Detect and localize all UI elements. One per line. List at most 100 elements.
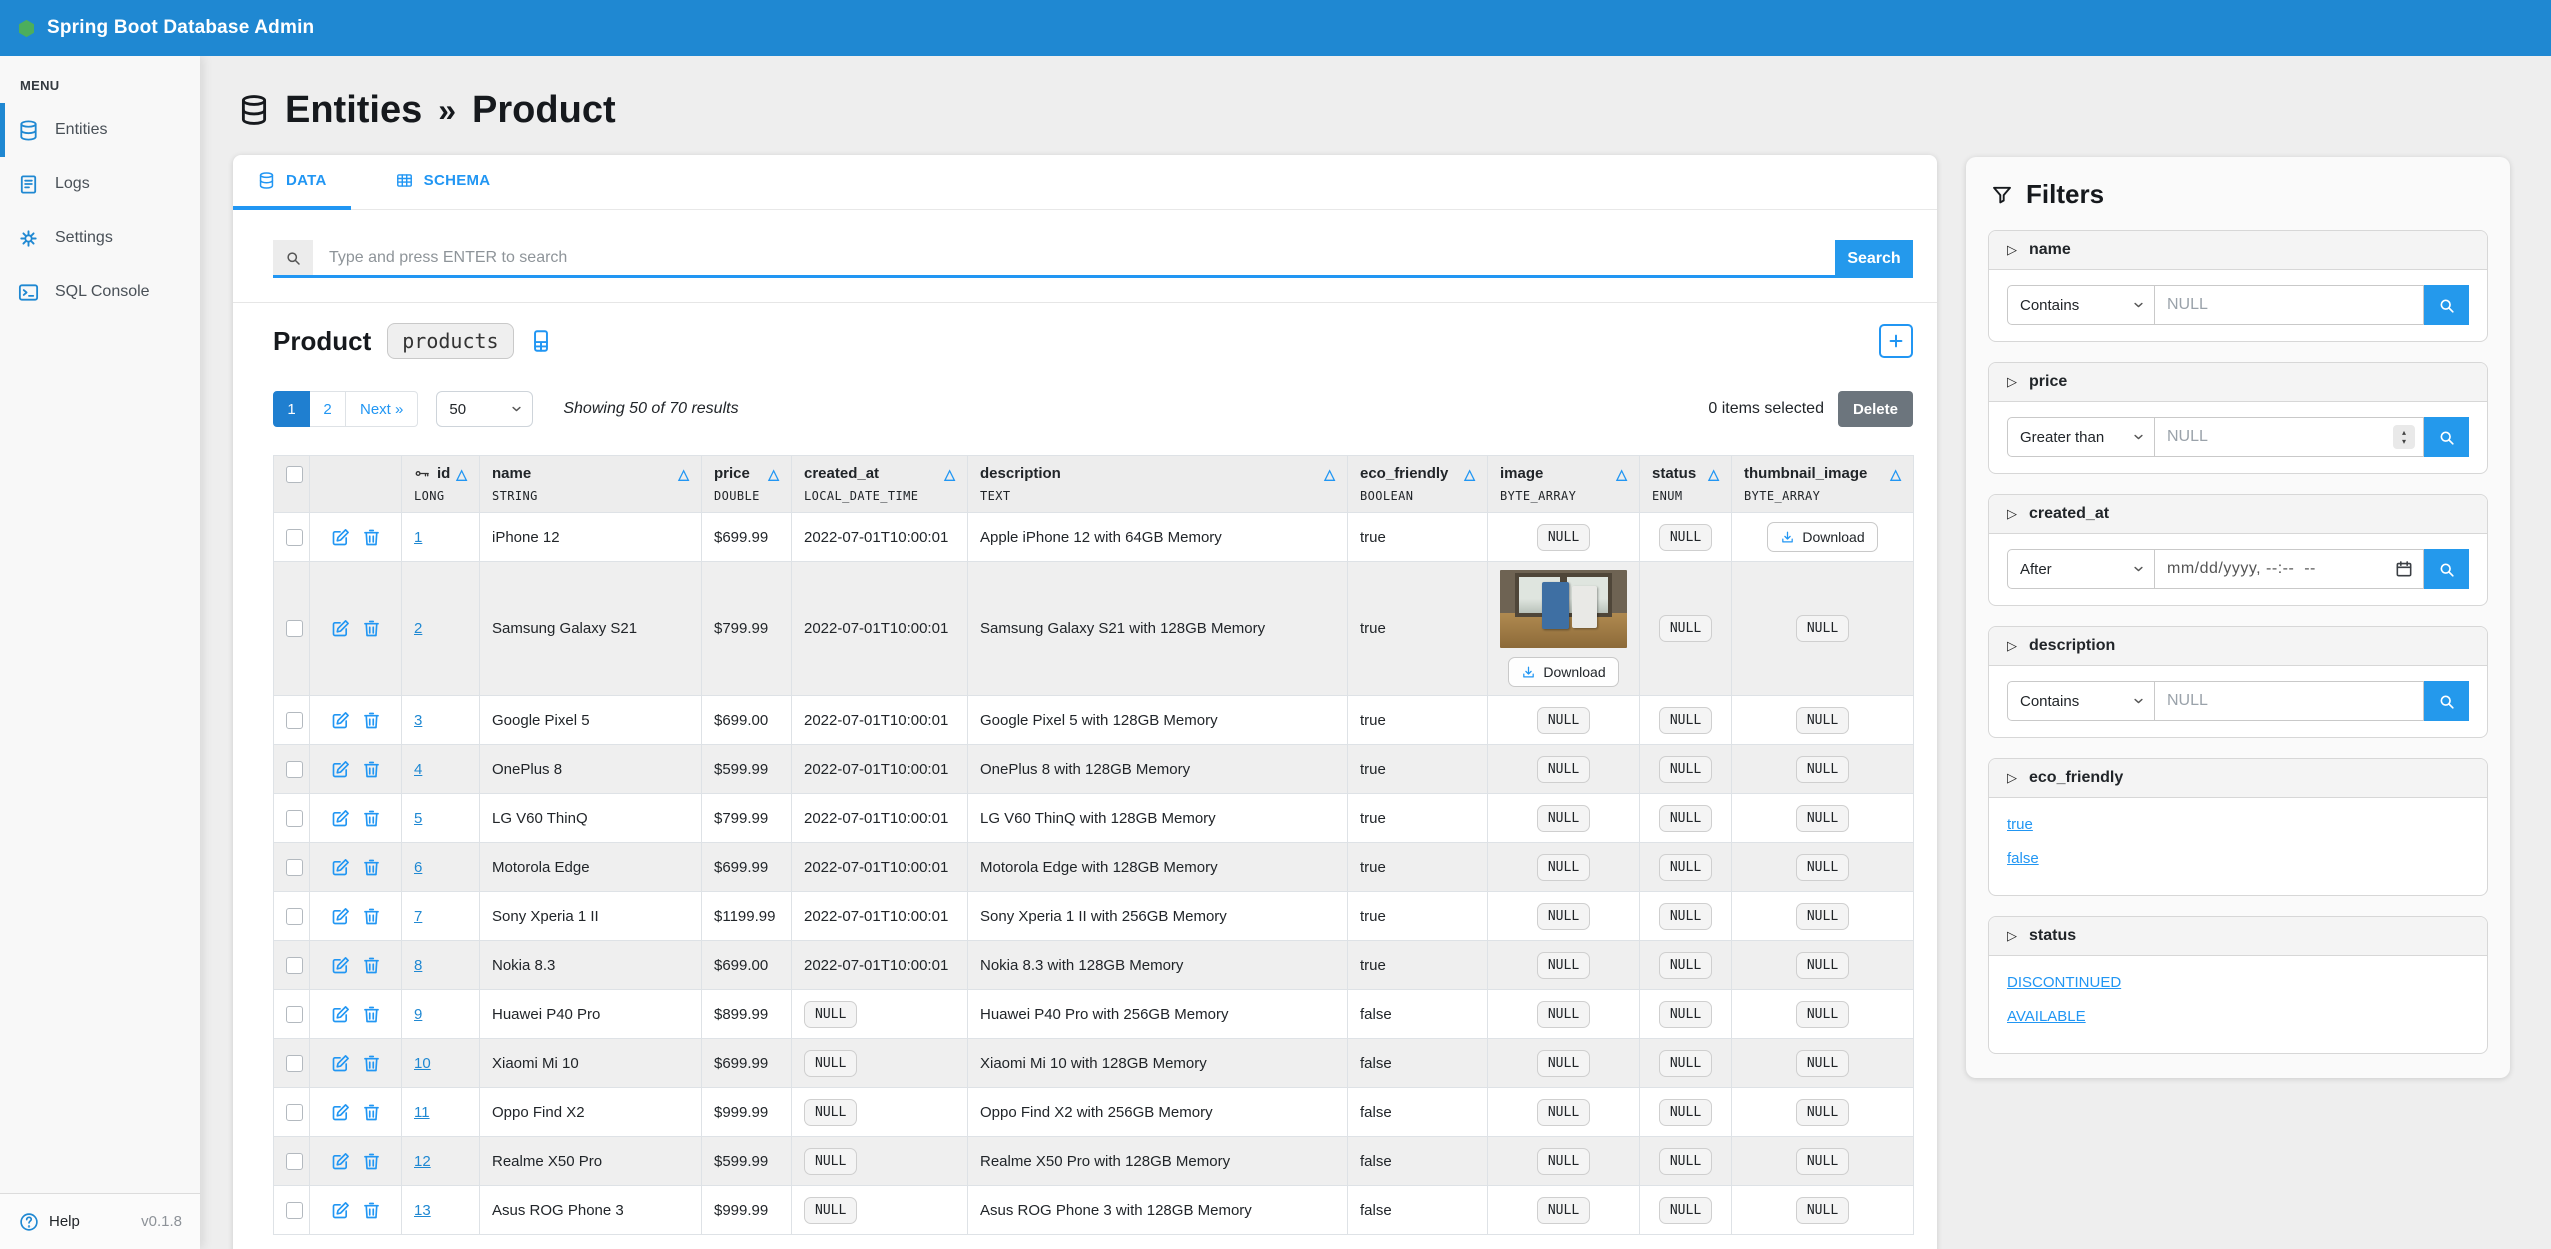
page-button-1[interactable]: 1 [273, 391, 310, 427]
row-id-link[interactable]: 9 [414, 1006, 422, 1023]
search-button[interactable]: Search [1835, 240, 1913, 278]
delete-row-button[interactable] [361, 808, 382, 829]
edit-row-button[interactable] [330, 710, 351, 731]
filter-search-button[interactable] [2424, 681, 2469, 721]
row-checkbox[interactable] [286, 761, 303, 778]
filter-card-header-status[interactable]: ▷status [1989, 917, 2487, 956]
edit-row-button[interactable] [330, 1151, 351, 1172]
sort-triangle-icon[interactable]: △ [944, 467, 955, 481]
next-page-button[interactable]: Next » [345, 391, 418, 427]
filter-operator-select[interactable]: Contains [2007, 681, 2155, 721]
row-id-link[interactable]: 11 [414, 1104, 430, 1121]
sort-triangle-icon[interactable]: △ [456, 467, 467, 481]
filter-card-header-created-at[interactable]: ▷created_at [1989, 495, 2487, 534]
filter-operator-select[interactable]: Contains [2007, 285, 2155, 325]
delete-row-button[interactable] [361, 1151, 382, 1172]
filter-option-link-false[interactable]: false [2007, 850, 2039, 867]
delete-row-button[interactable] [361, 710, 382, 731]
row-checkbox[interactable] [286, 859, 303, 876]
tab-data[interactable]: DATA [233, 155, 351, 210]
row-id-link[interactable]: 4 [414, 761, 422, 778]
row-id-link[interactable]: 6 [414, 859, 422, 876]
row-id-link[interactable]: 12 [414, 1153, 431, 1170]
delete-row-button[interactable] [361, 1102, 382, 1123]
filter-card-header-name[interactable]: ▷name [1989, 231, 2487, 270]
edit-row-button[interactable] [330, 1102, 351, 1123]
row-checkbox[interactable] [286, 810, 303, 827]
row-checkbox[interactable] [286, 1055, 303, 1072]
filter-option-link-discontinued[interactable]: DISCONTINUED [2007, 974, 2121, 991]
delete-row-button[interactable] [361, 618, 382, 639]
filter-value-input[interactable] [2155, 417, 2424, 457]
sidebar-item-entities[interactable]: Entities [0, 103, 200, 157]
row-checkbox[interactable] [286, 620, 303, 637]
edit-row-button[interactable] [330, 618, 351, 639]
sort-triangle-icon[interactable]: △ [768, 467, 779, 481]
row-checkbox[interactable] [286, 1202, 303, 1219]
edit-row-button[interactable] [330, 1004, 351, 1025]
row-id-link[interactable]: 3 [414, 712, 422, 729]
breadcrumb-root[interactable]: Entities [285, 88, 422, 132]
row-checkbox[interactable] [286, 957, 303, 974]
search-input[interactable] [313, 240, 1835, 275]
row-id-link[interactable]: 5 [414, 810, 422, 827]
edit-row-button[interactable] [330, 1053, 351, 1074]
download-button[interactable]: Download [1767, 522, 1877, 552]
question-circle-icon[interactable] [18, 1211, 40, 1233]
edit-row-button[interactable] [330, 955, 351, 976]
row-checkbox[interactable] [286, 1153, 303, 1170]
filter-option-link-available[interactable]: AVAILABLE [2007, 1008, 2086, 1025]
sort-triangle-icon[interactable]: △ [1616, 467, 1627, 481]
sort-triangle-icon[interactable]: △ [1324, 467, 1335, 481]
sort-triangle-icon[interactable]: △ [1464, 467, 1475, 481]
filter-value-input[interactable] [2155, 681, 2424, 721]
edit-row-button[interactable] [330, 759, 351, 780]
sidebar-item-settings[interactable]: Settings [0, 211, 200, 265]
row-checkbox[interactable] [286, 712, 303, 729]
delete-row-button[interactable] [361, 1053, 382, 1074]
filter-value-input[interactable] [2155, 549, 2424, 589]
row-id-link[interactable]: 2 [414, 620, 422, 637]
delete-row-button[interactable] [361, 1200, 382, 1221]
filter-search-button[interactable] [2424, 285, 2469, 325]
page-button-2[interactable]: 2 [309, 391, 346, 427]
row-checkbox[interactable] [286, 529, 303, 546]
filter-search-button[interactable] [2424, 417, 2469, 457]
filter-card-header-description[interactable]: ▷description [1989, 627, 2487, 666]
delete-selected-button[interactable]: Delete [1838, 391, 1913, 427]
filter-option-link-true[interactable]: true [2007, 816, 2033, 833]
edit-row-button[interactable] [330, 857, 351, 878]
sort-triangle-icon[interactable]: △ [1708, 467, 1719, 481]
filter-operator-select[interactable]: After [2007, 549, 2155, 589]
sort-triangle-icon[interactable]: △ [1890, 467, 1901, 481]
delete-row-button[interactable] [361, 759, 382, 780]
row-checkbox[interactable] [286, 1006, 303, 1023]
filter-card-header-eco-friendly[interactable]: ▷eco_friendly [1989, 759, 2487, 798]
delete-row-button[interactable] [361, 955, 382, 976]
help-link[interactable]: Help [49, 1213, 80, 1230]
row-id-link[interactable]: 8 [414, 957, 422, 974]
sidebar-item-sql-console[interactable]: SQL Console [0, 265, 200, 319]
calendar-icon[interactable] [2394, 559, 2414, 579]
sort-triangle-icon[interactable]: △ [678, 467, 689, 481]
add-record-button[interactable] [1879, 324, 1913, 358]
download-button[interactable]: Download [1508, 657, 1618, 687]
row-checkbox[interactable] [286, 908, 303, 925]
delete-row-button[interactable] [361, 527, 382, 548]
row-id-link[interactable]: 1 [414, 529, 422, 546]
filter-value-input[interactable] [2155, 285, 2424, 325]
edit-row-button[interactable] [330, 1200, 351, 1221]
page-size-select[interactable]: 50 [436, 391, 533, 427]
tab-schema[interactable]: SCHEMA [371, 155, 515, 210]
edit-row-button[interactable] [330, 527, 351, 548]
sidebar-item-logs[interactable]: Logs [0, 157, 200, 211]
delete-row-button[interactable] [361, 906, 382, 927]
filter-operator-select[interactable]: Greater than [2007, 417, 2155, 457]
select-all-checkbox[interactable] [286, 466, 303, 483]
row-id-link[interactable]: 13 [414, 1202, 431, 1219]
filter-card-header-price[interactable]: ▷price [1989, 363, 2487, 402]
delete-row-button[interactable] [361, 1004, 382, 1025]
row-checkbox[interactable] [286, 1104, 303, 1121]
number-spinner[interactable]: ▴▾ [2393, 425, 2415, 449]
edit-row-button[interactable] [330, 808, 351, 829]
